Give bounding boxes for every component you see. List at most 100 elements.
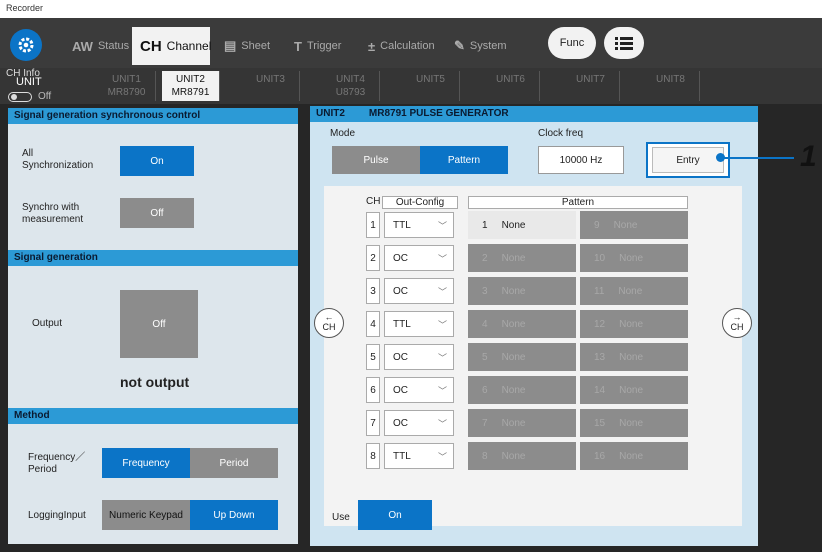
mode-label: Mode xyxy=(330,128,356,139)
unit-tab-3[interactable]: UNIT3 xyxy=(242,71,300,101)
row-ch-number: 5 xyxy=(366,344,380,370)
out-config-select[interactable]: OC ﹀ xyxy=(384,344,454,370)
unit-tab-4[interactable]: UNIT4 U8793 xyxy=(322,71,380,101)
use-button[interactable]: On xyxy=(358,500,432,530)
pattern-cell[interactable]: 14 None xyxy=(580,376,688,404)
pattern-cell[interactable]: 12 None xyxy=(580,310,688,338)
period-button[interactable]: Period xyxy=(190,448,278,478)
mode-pattern-button[interactable]: Pattern xyxy=(420,146,508,174)
ch-number: 6 xyxy=(370,384,376,396)
pattern-cell[interactable]: 3 None xyxy=(468,277,576,305)
unit-model: MR8790 xyxy=(107,87,146,98)
out-config-value: TTL xyxy=(393,450,411,462)
settings-gear-button[interactable] xyxy=(10,29,42,61)
pattern-cell[interactable]: 5 None xyxy=(468,343,576,371)
gen-section-header: Signal generation xyxy=(8,250,298,266)
status-icon: AW xyxy=(72,38,93,54)
ch-info-toggle[interactable] xyxy=(8,92,32,102)
next-channel-button[interactable]: → CH xyxy=(722,308,752,338)
unit-tab-8[interactable]: UNIT8 xyxy=(642,71,700,101)
pattern-cell[interactable]: 15 None xyxy=(580,409,688,437)
pattern-cell[interactable]: 2 None xyxy=(468,244,576,272)
tab-status[interactable]: AW Status xyxy=(64,27,137,65)
sync-measurement-button[interactable]: Off xyxy=(120,198,194,228)
pattern-cell[interactable]: 4 None xyxy=(468,310,576,338)
pattern-cell[interactable]: 13 None xyxy=(580,343,688,371)
pattern-cell[interactable]: 1 None xyxy=(468,211,576,239)
out-config-select[interactable]: OC ﹀ xyxy=(384,245,454,271)
chevron-down-icon: ﹀ xyxy=(437,452,447,462)
pattern-index: 11 xyxy=(594,285,605,297)
unit-name: UNIT7 xyxy=(576,74,605,85)
row-ch-number: 2 xyxy=(366,245,380,271)
unit-tab-1[interactable]: UNIT1 MR8790 xyxy=(98,71,156,101)
row-ch-number: 7 xyxy=(366,410,380,436)
up-down-button[interactable]: Up Down xyxy=(190,500,278,530)
pattern-cell[interactable]: 7 None xyxy=(468,409,576,437)
unit-tab-2[interactable]: UNIT2 MR8791 xyxy=(162,71,220,101)
prev-channel-button[interactable]: ← CH xyxy=(314,308,344,338)
unit-tab-6[interactable]: UNIT6 xyxy=(482,71,540,101)
pattern-cell[interactable]: 11 None xyxy=(580,277,688,305)
mode-pulse-button[interactable]: Pulse xyxy=(332,146,420,174)
chevron-down-icon: ﹀ xyxy=(437,353,447,363)
unit-tab-5[interactable]: UNIT5 xyxy=(402,71,460,101)
pattern-value: None xyxy=(619,252,644,264)
row-ch-number: 8 xyxy=(366,443,380,469)
output-status: not output xyxy=(120,374,190,390)
out-config-select[interactable]: OC ﹀ xyxy=(384,410,454,436)
unit-name: UNIT2 xyxy=(176,74,205,85)
out-config-select[interactable]: OC ﹀ xyxy=(384,377,454,403)
pattern-value: None xyxy=(501,417,526,429)
pattern-value: None xyxy=(618,285,643,297)
pattern-cell[interactable]: 6 None xyxy=(468,376,576,404)
clock-freq-label: Clock freq xyxy=(538,128,584,139)
tab-label: Calculation xyxy=(380,40,435,52)
unit-tab-7[interactable]: UNIT7 xyxy=(562,71,620,101)
header-unit: UNIT2 xyxy=(316,108,345,119)
tab-sheet[interactable]: ▤ Sheet xyxy=(216,27,278,65)
clock-freq-field[interactable]: 10000 Hz xyxy=(538,146,624,174)
tab-system[interactable]: ✎ System xyxy=(446,27,515,65)
all-sync-button[interactable]: On xyxy=(120,146,194,176)
pattern-cell[interactable]: 8 None xyxy=(468,442,576,470)
pattern-index: 5 xyxy=(482,351,488,363)
output-button[interactable]: Off xyxy=(120,290,198,358)
pattern-value: None xyxy=(619,351,644,363)
out-config-select[interactable]: TTL ﹀ xyxy=(384,443,454,469)
numeric-keypad-button[interactable]: Numeric Keypad xyxy=(102,500,190,530)
tab-calculation[interactable]: ± Calculation xyxy=(360,27,443,65)
trigger-icon: T xyxy=(294,38,302,54)
tab-channel[interactable]: CH Channel xyxy=(132,27,211,65)
pulse-generator-panel: UNIT2 MR8791 PULSE GENERATOR Mode Pulse P… xyxy=(310,106,758,546)
channel-icon: CH xyxy=(140,37,162,55)
pattern-index: 4 xyxy=(482,318,488,330)
func-button[interactable]: Func xyxy=(548,27,596,59)
tab-trigger[interactable]: T Trigger xyxy=(286,27,349,65)
list-icon xyxy=(615,37,633,50)
func-label: Func xyxy=(559,37,585,49)
sync-section-header: Signal generation synchronous control xyxy=(8,108,298,124)
ch-number: 4 xyxy=(370,318,376,330)
menu-button[interactable] xyxy=(604,27,644,59)
chevron-down-icon: ﹀ xyxy=(437,221,447,231)
pattern-index: 8 xyxy=(482,450,488,462)
callout-number: 1 xyxy=(800,140,817,173)
unit-name: UNIT4 xyxy=(336,74,365,85)
out-config-select[interactable]: OC ﹀ xyxy=(384,278,454,304)
toggle-state: Off xyxy=(38,91,52,102)
pattern-value: None xyxy=(619,450,644,462)
pattern-cell[interactable]: 10 None xyxy=(580,244,688,272)
out-config-select[interactable]: TTL ﹀ xyxy=(384,212,454,238)
out-config-value: OC xyxy=(393,285,408,297)
callout-line xyxy=(722,157,794,159)
use-label: Use xyxy=(332,512,350,523)
col-ch-header: CH xyxy=(366,196,381,207)
pattern-cell[interactable]: 9 None xyxy=(580,211,688,239)
tab-label: Status xyxy=(97,40,130,52)
pattern-index: 6 xyxy=(482,384,488,396)
frequency-button[interactable]: Frequency xyxy=(102,448,190,478)
pattern-index: 14 xyxy=(594,384,606,396)
out-config-select[interactable]: TTL ﹀ xyxy=(384,311,454,337)
pattern-cell[interactable]: 16 None xyxy=(580,442,688,470)
